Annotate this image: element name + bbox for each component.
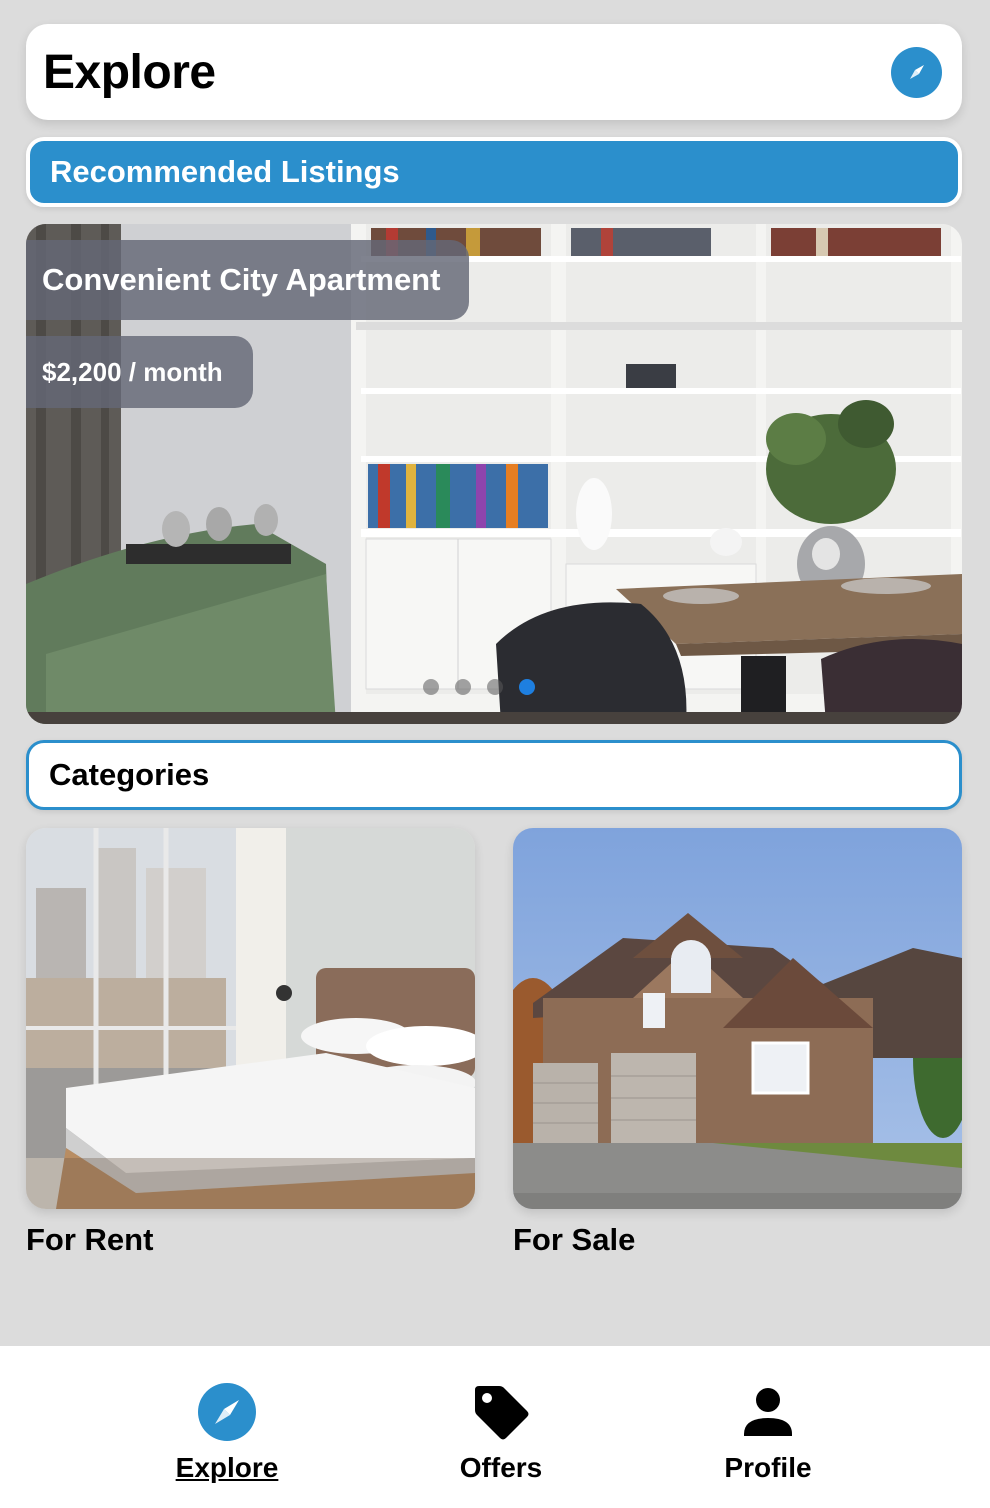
listing-carousel[interactable]: Convenient City Apartment $2,200 / month xyxy=(26,224,962,724)
header-bar: Explore xyxy=(26,24,962,120)
category-card-for-sale[interactable] xyxy=(513,828,962,1209)
category-card-for-rent[interactable] xyxy=(26,828,475,1209)
person-icon xyxy=(738,1382,798,1442)
carousel-dot[interactable] xyxy=(487,679,503,695)
carousel-dot[interactable] xyxy=(455,679,471,695)
recommended-listings-heading: Recommended Listings xyxy=(26,137,962,207)
house-photo xyxy=(513,828,962,1209)
categories-label: Categories xyxy=(49,757,210,792)
listing-price: $2,200 / month xyxy=(26,336,253,408)
bedroom-photo xyxy=(26,828,475,1209)
nav-item-profile[interactable]: Profile xyxy=(678,1382,858,1484)
categories-heading: Categories xyxy=(26,740,962,810)
recommended-listings-label: Recommended Listings xyxy=(50,154,400,189)
nav-label-explore: Explore xyxy=(175,1452,279,1483)
nav-label-offers: Offers xyxy=(459,1452,543,1483)
nav-item-explore[interactable]: Explore xyxy=(137,1382,317,1484)
carousel-dot-active[interactable] xyxy=(519,679,535,695)
listing-title: Convenient City Apartment xyxy=(26,240,469,320)
bottom-navigation: Explore Offers Profile xyxy=(0,1346,990,1508)
compass-icon xyxy=(197,1382,257,1442)
compass-icon[interactable] xyxy=(891,46,942,98)
carousel-pagination xyxy=(423,679,535,695)
carousel-dot[interactable] xyxy=(423,679,439,695)
category-label-for-sale[interactable]: For Sale xyxy=(513,1222,635,1258)
page-title: Explore xyxy=(43,45,216,99)
nav-label-profile: Profile xyxy=(724,1452,812,1483)
nav-item-offers[interactable]: Offers xyxy=(411,1382,591,1484)
category-label-for-rent[interactable]: For Rent xyxy=(26,1222,153,1258)
tag-icon xyxy=(471,1382,531,1442)
